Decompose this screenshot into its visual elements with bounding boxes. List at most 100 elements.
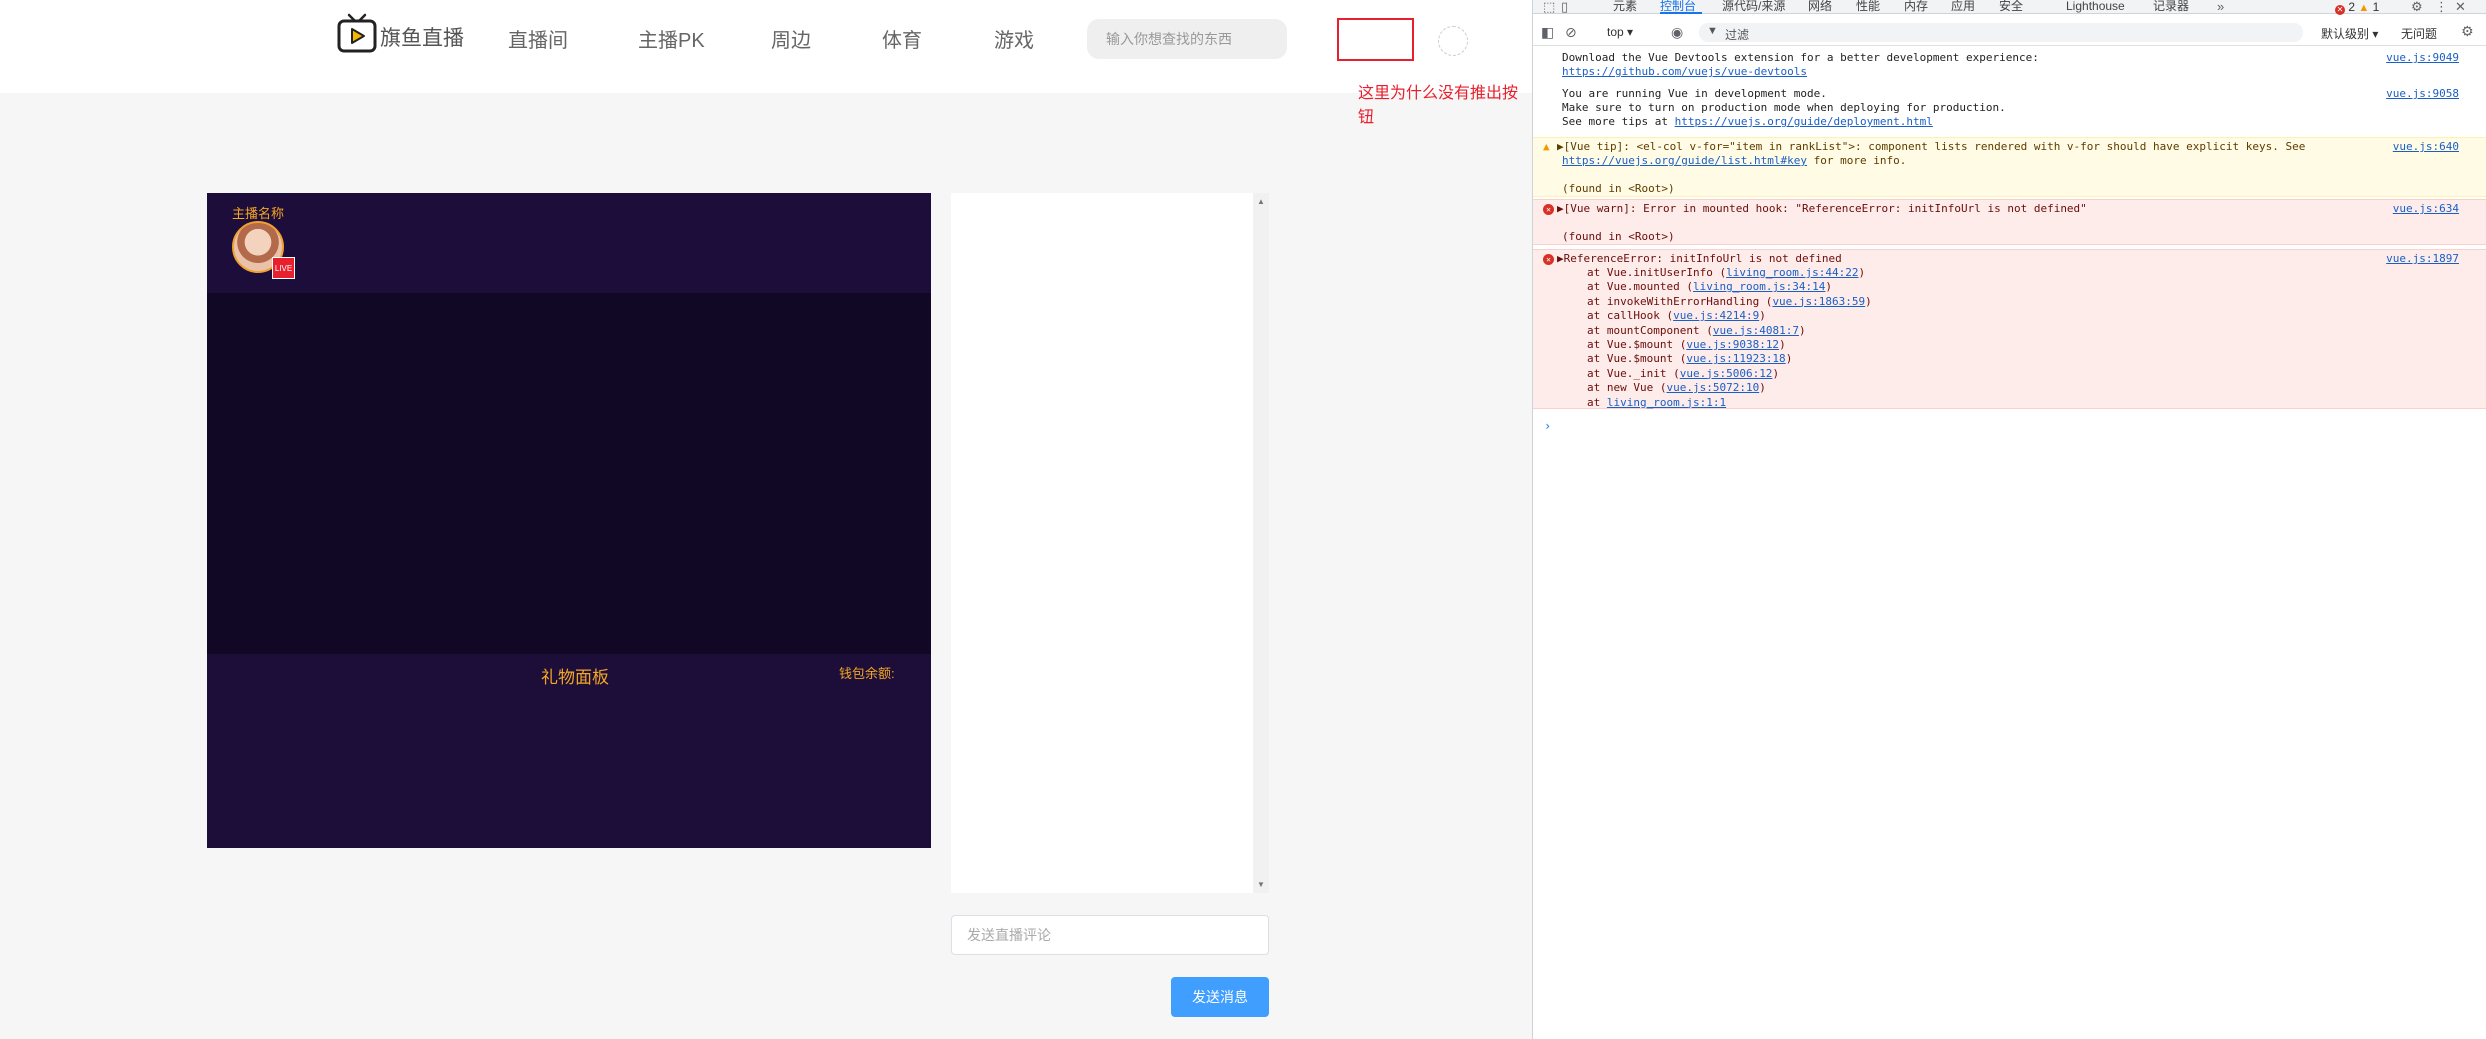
nav-item-anchor-pk[interactable]: 主播PK <box>638 24 705 53</box>
sidebar-toggle-icon[interactable]: ◧ <box>1541 24 1554 41</box>
tab-application[interactable]: 应用 <box>1951 0 1975 13</box>
console-prompt[interactable]: › <box>1544 419 1551 433</box>
context-select[interactable]: top ▾ <box>1607 25 1633 39</box>
source-link[interactable]: vue.js:1897 <box>2386 252 2459 266</box>
user-avatar[interactable] <box>1438 26 1468 56</box>
warning-icon: ▲ <box>2358 2 2370 14</box>
annotation-text: 这里为什么没有推出按钮 <box>1358 85 1519 126</box>
error-count: 2 <box>2348 0 2356 14</box>
stack-frame-link[interactable]: living_room.js:1:1 <box>1607 396 1726 409</box>
web-page: 旗鱼直播 直播间 主播PK 周边 体育 游戏 这里为什么没有推出按钮 主播名称 … <box>0 0 1532 1039</box>
stack-frame: at living_room.js:1:1 <box>1587 395 1727 409</box>
console-error: ✕ ▶ReferenceError: initInfoUrl is not de… <box>1533 249 2486 409</box>
more-tabs-icon[interactable]: » <box>2217 0 2224 13</box>
settings-gear-icon[interactable]: ⚙ <box>2411 0 2423 13</box>
devtools-tab-bar: ⬚ ▯ 元素 控制台 源代码/来源 网络 性能 内存 应用 安全 Lightho… <box>1533 0 2486 15</box>
stack-frame-link[interactable]: vue.js:9038:12 <box>1686 338 1779 351</box>
console-output: Download the Vue Devtools extension for … <box>1533 47 2486 1039</box>
anchor-name: 主播名称 <box>232 206 285 221</box>
console-toolbar: ◧ ⊘ top ▾ ◉ ▼ 过滤 默认级别 ▾ 无问题 ⚙ <box>1533 20 2486 46</box>
tab-memory[interactable]: 内存 <box>1904 0 1928 13</box>
video-area[interactable] <box>207 293 931 654</box>
scroll-down-icon[interactable]: ▼ <box>1257 880 1265 889</box>
stack-frame: at mountComponent (vue.js:4081:7) <box>1587 323 1806 337</box>
stack-frame-link[interactable]: vue.js:1863:59 <box>1772 295 1865 308</box>
stack-frame: at Vue._init (vue.js:5006:12) <box>1587 366 1780 380</box>
issue-counter[interactable]: ✕ 2 ▲ 1 <box>2335 0 2379 15</box>
console-link[interactable]: https://github.com/vuejs/vue-devtools <box>1562 65 1807 79</box>
scroll-up-icon[interactable]: ▲ <box>1257 197 1265 206</box>
console-error: ✕ ▶[Vue warn]: Error in mounted hook: "R… <box>1533 199 2486 245</box>
clear-console-icon[interactable]: ⊘ <box>1565 24 1577 41</box>
tab-network[interactable]: 网络 <box>1808 0 1832 13</box>
tab-performance[interactable]: 性能 <box>1856 0 1880 13</box>
live-player: 主播名称 LIVE 礼物面板 钱包余额: <box>207 193 931 848</box>
stack-frame: at Vue.mounted (living_room.js:34:14) <box>1587 280 1833 294</box>
chat-panel: ▲ ▼ <box>951 193 1269 893</box>
error-icon: ✕ <box>1543 202 1554 216</box>
live-badge: LIVE <box>272 257 295 279</box>
source-link[interactable]: vue.js:640 <box>2393 140 2459 154</box>
stack-frame-link[interactable]: vue.js:5072:10 <box>1666 381 1759 394</box>
stack-frame: at invokeWithErrorHandling (vue.js:1863:… <box>1587 294 1872 308</box>
stack-frame: at callHook (vue.js:4214:9) <box>1587 309 1766 323</box>
live-expression-eye-icon[interactable]: ◉ <box>1671 24 1683 41</box>
source-link[interactable]: vue.js:634 <box>2393 202 2459 216</box>
highlight-box <box>1337 18 1414 61</box>
wallet-balance-label: 钱包余额: <box>839 666 895 681</box>
send-message-button[interactable]: 发送消息 <box>1171 977 1269 1017</box>
top-navbar: 旗鱼直播 直播间 主播PK 周边 体育 游戏 <box>0 0 1532 93</box>
nav-item-games[interactable]: 游戏 <box>994 24 1034 53</box>
comment-input[interactable] <box>951 915 1269 955</box>
console-link[interactable]: https://vuejs.org/guide/deployment.html <box>1675 115 1933 128</box>
source-link[interactable]: vue.js:9049 <box>2386 51 2459 65</box>
nav-item-live-room[interactable]: 直播间 <box>508 24 568 53</box>
console-message: Download the Vue Devtools extension for … <box>1562 51 2459 79</box>
filter-placeholder: 过滤 <box>1725 28 1750 42</box>
source-link[interactable]: vue.js:9058 <box>2386 87 2459 101</box>
nav-item-sports[interactable]: 体育 <box>882 24 922 53</box>
site-name[interactable]: 旗鱼直播 <box>380 22 464 52</box>
issues-button[interactable]: 无问题 <box>2401 25 2437 42</box>
devtools-panel: ⬚ ▯ 元素 控制台 源代码/来源 网络 性能 内存 应用 安全 Lightho… <box>1532 0 2486 1039</box>
filter-input[interactable]: ▼ 过滤 <box>1699 23 2303 42</box>
filter-funnel-icon: ▼ <box>1707 25 1718 37</box>
error-icon: ✕ <box>2335 5 2345 15</box>
screen: 旗鱼直播 直播间 主播PK 周边 体育 游戏 这里为什么没有推出按钮 主播名称 … <box>0 0 2486 1039</box>
active-tab-indicator <box>1660 12 1702 14</box>
gift-panel: 礼物面板 钱包余额: <box>207 654 931 848</box>
kebab-menu-icon[interactable]: ⋮ <box>2435 0 2448 13</box>
stack-frame-link[interactable]: living_room.js:44:22 <box>1726 266 1858 279</box>
warning-icon: ▲ <box>1543 140 1550 153</box>
device-toolbar-icon[interactable]: ▯ <box>1561 0 1568 13</box>
gift-panel-title: 礼物面板 <box>541 668 609 687</box>
stack-frame-link[interactable]: vue.js:5006:12 <box>1680 367 1773 380</box>
stack-frame-link[interactable]: vue.js:4214:9 <box>1673 309 1759 322</box>
stack-frame: at Vue.$mount (vue.js:9038:12) <box>1587 338 1786 351</box>
stack-frame-link[interactable]: vue.js:4081:7 <box>1713 324 1799 337</box>
inspect-element-icon[interactable]: ⬚ <box>1543 0 1555 13</box>
search-input[interactable] <box>1087 19 1287 59</box>
close-icon[interactable]: ✕ <box>2455 0 2466 13</box>
warning-count: 1 <box>2372 0 2380 14</box>
console-settings-icon[interactable]: ⚙ <box>2461 23 2474 40</box>
stack-frame: at Vue.initUserInfo (living_room.js:44:2… <box>1587 266 1866 279</box>
console-link[interactable]: https://vuejs.org/guide/list.html#key <box>1562 154 1807 167</box>
tab-sources[interactable]: 源代码/来源 <box>1722 0 1785 13</box>
stack-frame-link[interactable]: living_room.js:34:14 <box>1693 280 1825 293</box>
stack-frame: at Vue.$mount (vue.js:11923:18) <box>1587 352 1793 366</box>
console-warning: ▲ ▶[Vue tip]: <el-col v-for="item in ran… <box>1533 137 2486 197</box>
tab-lighthouse[interactable]: Lighthouse <box>2066 0 2125 13</box>
tab-elements[interactable]: 元素 <box>1613 0 1637 13</box>
tv-logo-icon[interactable] <box>336 12 378 54</box>
stack-frame-link[interactable]: vue.js:11923:18 <box>1686 352 1785 365</box>
tab-recorder[interactable]: 记录器 <box>2153 0 2189 13</box>
tab-security[interactable]: 安全 <box>1999 0 2023 13</box>
error-icon: ✕ <box>1543 252 1554 266</box>
player-header: 主播名称 LIVE <box>207 193 931 293</box>
console-message: You are running Vue in development mode.… <box>1562 87 2459 128</box>
chat-scrollbar[interactable]: ▲ ▼ <box>1253 193 1269 893</box>
nav-item-merch[interactable]: 周边 <box>771 24 811 53</box>
stack-frame: at new Vue (vue.js:5072:10) <box>1587 381 1766 395</box>
log-level-select[interactable]: 默认级别 ▾ <box>2321 25 2378 42</box>
